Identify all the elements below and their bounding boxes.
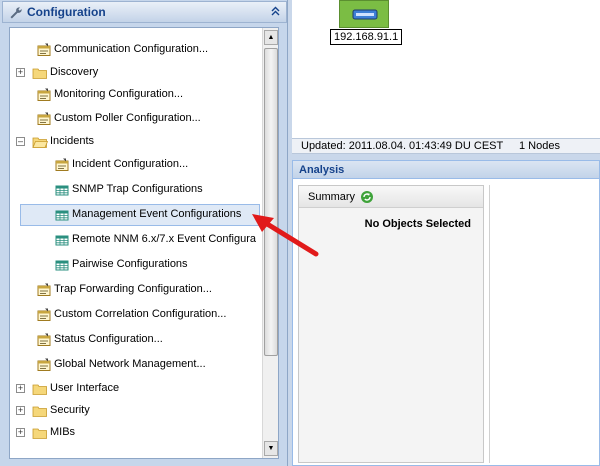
no-objects-message: No Objects Selected [364,218,471,230]
tree-item-label: Custom Correlation Configuration... [54,308,227,320]
expand-icon[interactable]: + [16,428,25,437]
config-form-icon [37,283,51,296]
tree-item-label: User Interface [50,382,120,394]
wrench-icon [10,7,22,19]
tree-item[interactable]: Trap Forwarding Configuration... [10,279,260,301]
config-form-icon [37,88,51,101]
tree-item[interactable]: – Incidents [10,131,260,153]
collapse-icon[interactable]: – [16,137,25,146]
tree-item-label: SNMP Trap Configurations [72,183,203,195]
config-form-icon [37,112,51,125]
summary-tab[interactable]: Summary [299,186,483,208]
tree-item-label: Discovery [50,66,99,78]
tree-item[interactable]: Management Event Configurations [10,204,260,226]
tree-item-label: Management Event Configurations [72,208,242,220]
tree-item[interactable]: SNMP Trap Configurations [10,179,260,201]
folder-icon [32,428,47,439]
scroll-thumb[interactable] [264,48,278,356]
tree-item[interactable]: Communication Configuration... [10,39,260,61]
config-form-icon [37,308,51,321]
expand-icon[interactable]: + [16,384,25,393]
expand-icon[interactable]: + [16,406,25,415]
updated-timestamp: Updated: 2011.08.04. 01:43:49 DU CEST [301,140,504,152]
red-arrow-annotation [252,214,319,257]
folder-icon [32,68,47,79]
tree-item-label: Communication Configuration... [54,43,209,55]
tree-item[interactable]: Status Configuration... [10,329,260,351]
tree-item-label: Incidents [50,135,95,147]
config-form-icon [37,43,51,56]
router-icon [352,9,378,20]
expand-icon[interactable]: + [16,68,25,77]
config-form-icon [37,358,51,371]
topology-view: 192.168.91.1 [292,0,600,138]
config-form-icon [37,333,51,346]
tree-item-label: Pairwise Configurations [72,258,188,270]
tree-item[interactable]: Custom Poller Configuration... [10,108,260,130]
analysis-header: Analysis [293,161,599,179]
tree-item-label: Custom Poller Configuration... [54,112,201,124]
tree-item[interactable]: Monitoring Configuration... [10,84,260,106]
panel-title: Configuration [27,5,106,19]
scroll-down-icon[interactable]: ▼ [264,441,278,456]
configuration-panel: Configuration Communication Configuratio… [0,0,288,466]
table-config-icon [55,185,69,196]
tree-item-label: Status Configuration... [54,333,163,345]
node-count: 1 Nodes [519,140,560,152]
tree-item-label: Monitoring Configuration... [54,88,184,100]
tree-item[interactable]: Remote NNM 6.x/7.x Event Configura [10,229,260,251]
tree-item-label: Global Network Management... [54,358,206,370]
tree-item[interactable]: Pairwise Configurations [10,254,260,276]
tree-item[interactable]: + User Interface [10,378,260,400]
tree-item[interactable]: + Security [10,400,260,422]
tree-item-label: Remote NNM 6.x/7.x Event Configura [72,233,257,245]
folder-icon [32,406,47,417]
tree-item-label: Security [50,404,90,416]
table-config-icon [55,235,69,246]
refresh-icon[interactable] [360,190,374,204]
configuration-tree: Communication Configuration... + Discovery… [9,27,279,459]
tree-item[interactable]: + Discovery [10,62,260,84]
tree-item[interactable]: Incident Configuration... [10,154,260,176]
analysis-panel: Analysis Summary No Objects Selected [292,160,600,466]
tree-item-label: Trap Forwarding Configuration... [54,283,212,295]
analysis-detail-pane [489,185,595,463]
table-config-icon [55,210,69,221]
summary-label: Summary [308,191,356,203]
folder-icon [32,384,47,395]
table-config-icon [55,260,69,271]
scroll-up-icon[interactable]: ▲ [264,30,278,45]
tree-item[interactable]: Custom Correlation Configuration... [10,304,260,326]
analysis-title: Analysis [299,164,345,176]
status-bar: Updated: 2011.08.04. 01:43:49 DU CEST 1 … [292,138,600,154]
summary-pane: Summary No Objects Selected [298,185,484,463]
tree-item-label: Incident Configuration... [72,158,189,170]
config-form-icon [55,158,69,171]
tree-item[interactable]: Global Network Management... [10,354,260,376]
panel-header: Configuration [2,1,287,23]
network-node[interactable] [339,0,389,28]
tree-item[interactable]: + MIBs [10,422,260,444]
collapse-panel-icon[interactable] [269,5,282,19]
folder-open-icon [32,137,48,148]
tree-item-label: MIBs [50,426,76,438]
node-label: 192.168.91.1 [330,29,403,45]
